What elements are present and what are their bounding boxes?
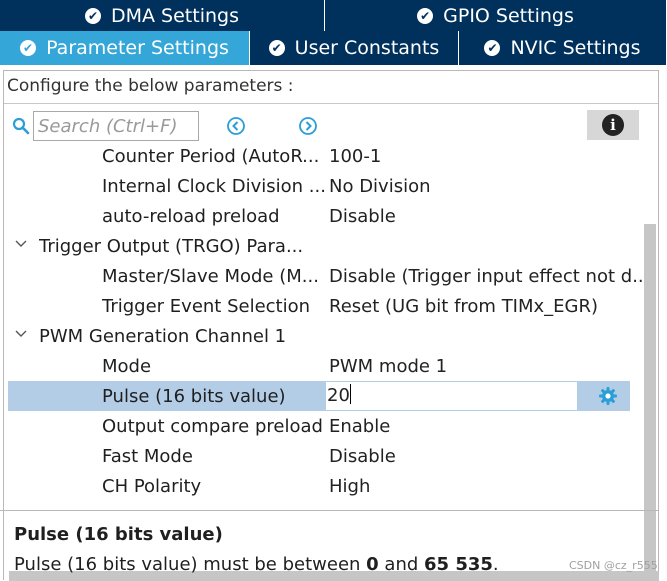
- param-row-output-compare-preload[interactable]: Output compare preload Enable: [8, 411, 630, 441]
- description-title: Pulse (16 bits value): [14, 524, 223, 545]
- param-row-clock-division[interactable]: Internal Clock Division ... No Division: [8, 171, 630, 201]
- description-prefix: Pulse (16 bits value) must be between: [14, 554, 367, 575]
- group-trigger-output[interactable]: Trigger Output (TRGO) Para...: [8, 231, 630, 261]
- description-text: Pulse (16 bits value) must be between 0 …: [14, 554, 499, 575]
- param-name: auto-reload preload: [102, 205, 280, 227]
- param-name: Internal Clock Division ...: [102, 175, 326, 197]
- param-row-mode[interactable]: Mode PWM mode 1: [8, 351, 630, 381]
- param-row-counter-period[interactable]: Counter Period (AutoR... 100-1: [8, 141, 630, 171]
- param-name: Mode: [102, 355, 152, 377]
- search-input[interactable]: [33, 111, 199, 141]
- param-row-auto-reload-preload[interactable]: auto-reload preload Disable: [8, 201, 630, 231]
- param-value: Disable: [329, 205, 396, 227]
- tab-nvic-settings[interactable]: ✔ NVIC Settings: [459, 31, 667, 65]
- check-icon: ✔: [268, 40, 285, 56]
- group-pwm-channel-1[interactable]: PWM Generation Channel 1: [8, 321, 630, 351]
- chevron-down-icon[interactable]: [15, 240, 27, 248]
- param-name: Master/Slave Mode (M...: [102, 265, 319, 287]
- param-name: Trigger Event Selection: [102, 295, 311, 317]
- tab-label: DMA Settings: [111, 4, 239, 27]
- param-name: Fast Mode: [102, 445, 193, 467]
- param-row-trigger-event-selection[interactable]: Trigger Event Selection Reset (UG bit fr…: [8, 291, 630, 321]
- range-max: 65 535: [424, 554, 493, 575]
- info-button[interactable]: i: [587, 110, 639, 140]
- param-value: 100-1: [329, 145, 382, 167]
- group-name: PWM Generation Channel 1: [39, 325, 287, 347]
- param-row-ch-polarity[interactable]: CH Polarity High: [8, 471, 630, 501]
- check-icon: ✔: [484, 40, 501, 56]
- param-name: CH Polarity: [102, 475, 202, 497]
- range-min: 0: [366, 554, 379, 575]
- tab-gpio-settings[interactable]: ✔ GPIO Settings: [325, 0, 667, 31]
- search-icon: [12, 117, 30, 135]
- check-icon: ✔: [417, 7, 434, 24]
- param-name: Output compare preload: [102, 415, 323, 437]
- watermark: CSDN @cz_r555: [569, 559, 658, 572]
- tab-label: GPIO Settings: [443, 4, 574, 27]
- previous-match-icon[interactable]: [226, 116, 246, 136]
- tab-label: User Constants: [294, 37, 440, 59]
- divider: [4, 103, 658, 104]
- param-row-pulse[interactable]: Pulse (16 bits value) 20: [8, 381, 630, 411]
- tab-parameter-settings[interactable]: ✔ Parameter Settings: [0, 31, 250, 65]
- configure-label: Configure the below parameters :: [7, 76, 294, 96]
- tab-user-constants[interactable]: ✔ User Constants: [250, 31, 459, 65]
- info-icon: i: [602, 114, 624, 136]
- param-value: 20: [327, 385, 350, 406]
- group-name: Trigger Output (TRGO) Para...: [39, 235, 304, 257]
- param-value: Disable (Trigger input effect not d...: [329, 265, 644, 287]
- param-value: PWM mode 1: [329, 355, 448, 377]
- next-match-icon[interactable]: [298, 116, 318, 136]
- bottom-tab-row: ✔ Parameter Settings ✔ User Constants ✔ …: [0, 31, 667, 65]
- tab-dma-settings[interactable]: ✔ DMA Settings: [0, 0, 325, 31]
- top-tab-row: ✔ DMA Settings ✔ GPIO Settings: [0, 0, 667, 31]
- param-value: Enable: [329, 415, 391, 437]
- check-icon: ✔: [85, 7, 101, 24]
- param-value: Reset (UG bit from TIMx_EGR): [329, 295, 599, 317]
- parameter-panel: Configure the below parameters : i Count…: [3, 70, 659, 581]
- tab-label: Parameter Settings: [46, 37, 229, 59]
- param-row-master-slave-mode[interactable]: Master/Slave Mode (M... Disable (Trigger…: [8, 261, 644, 291]
- description-pane: Pulse (16 bits value) Pulse (16 bits val…: [0, 510, 659, 581]
- param-value: High: [329, 475, 371, 497]
- param-name: Pulse (16 bits value): [102, 385, 286, 407]
- chevron-down-icon[interactable]: [15, 330, 27, 338]
- description-suffix: .: [492, 554, 499, 575]
- pulse-value-editor[interactable]: 20: [326, 382, 577, 410]
- param-value: Disable: [329, 445, 396, 467]
- check-icon: ✔: [20, 40, 37, 56]
- gear-icon[interactable]: [598, 386, 618, 406]
- param-row-fast-mode[interactable]: Fast Mode Disable: [8, 441, 630, 471]
- text-caret: [349, 384, 351, 404]
- tab-label: NVIC Settings: [510, 37, 641, 59]
- description-and: and: [378, 554, 424, 575]
- param-name: Counter Period (AutoR...: [102, 145, 320, 167]
- param-value: No Division: [329, 175, 431, 197]
